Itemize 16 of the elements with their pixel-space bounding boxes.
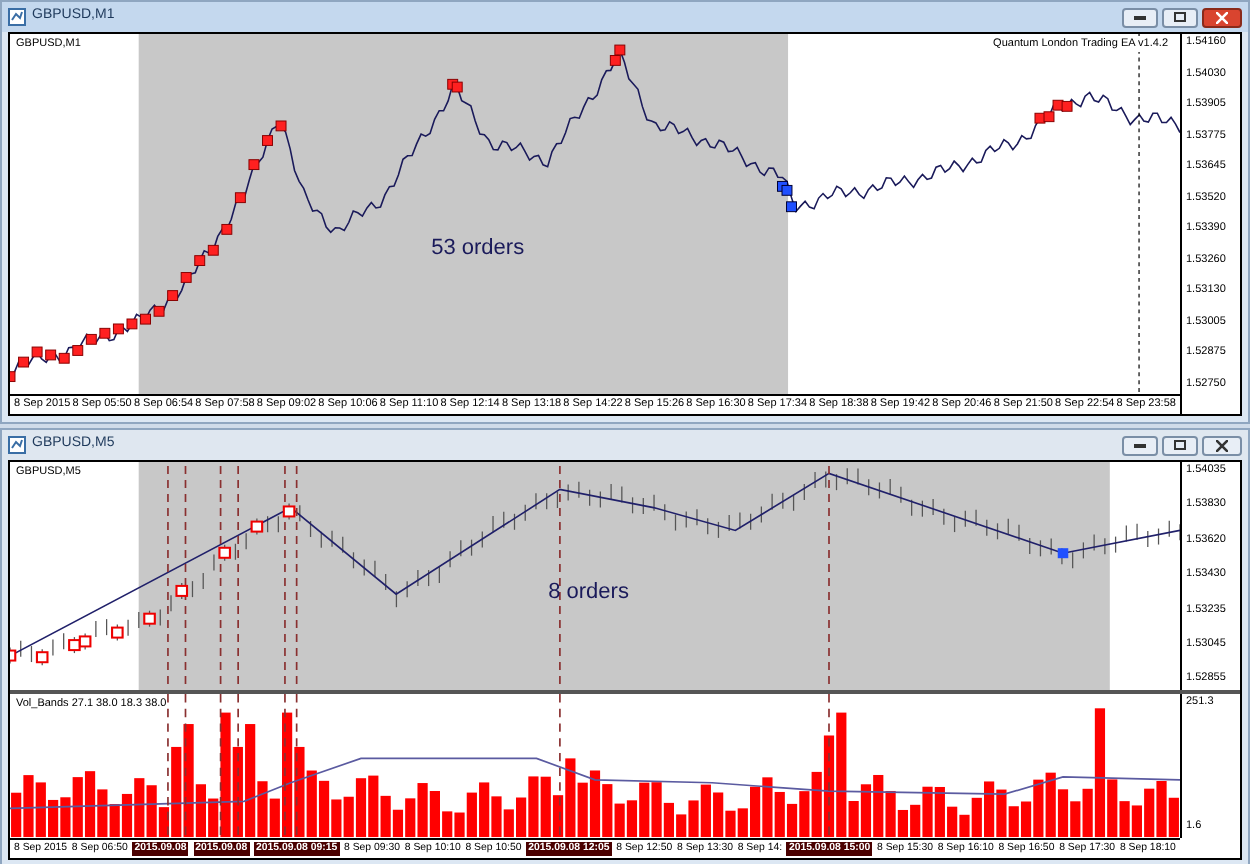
close-icon <box>1216 11 1228 23</box>
close-icon <box>1216 439 1228 451</box>
close-button[interactable] <box>1202 7 1242 27</box>
orders-label: 8 orders <box>548 578 629 608</box>
chart-window-icon <box>8 436 26 454</box>
minimize-icon <box>1134 443 1146 447</box>
minimize-button[interactable] <box>1122 7 1158 27</box>
maximize-button[interactable] <box>1162 7 1198 27</box>
maximize-icon <box>1174 12 1186 22</box>
maximize-icon <box>1174 440 1186 450</box>
orders-label: 53 orders <box>431 234 525 264</box>
maximize-button[interactable] <box>1162 435 1198 455</box>
close-button[interactable] <box>1202 435 1242 455</box>
chart-window-icon <box>8 8 26 26</box>
minimize-button[interactable] <box>1122 435 1158 455</box>
minimize-icon <box>1134 15 1146 19</box>
